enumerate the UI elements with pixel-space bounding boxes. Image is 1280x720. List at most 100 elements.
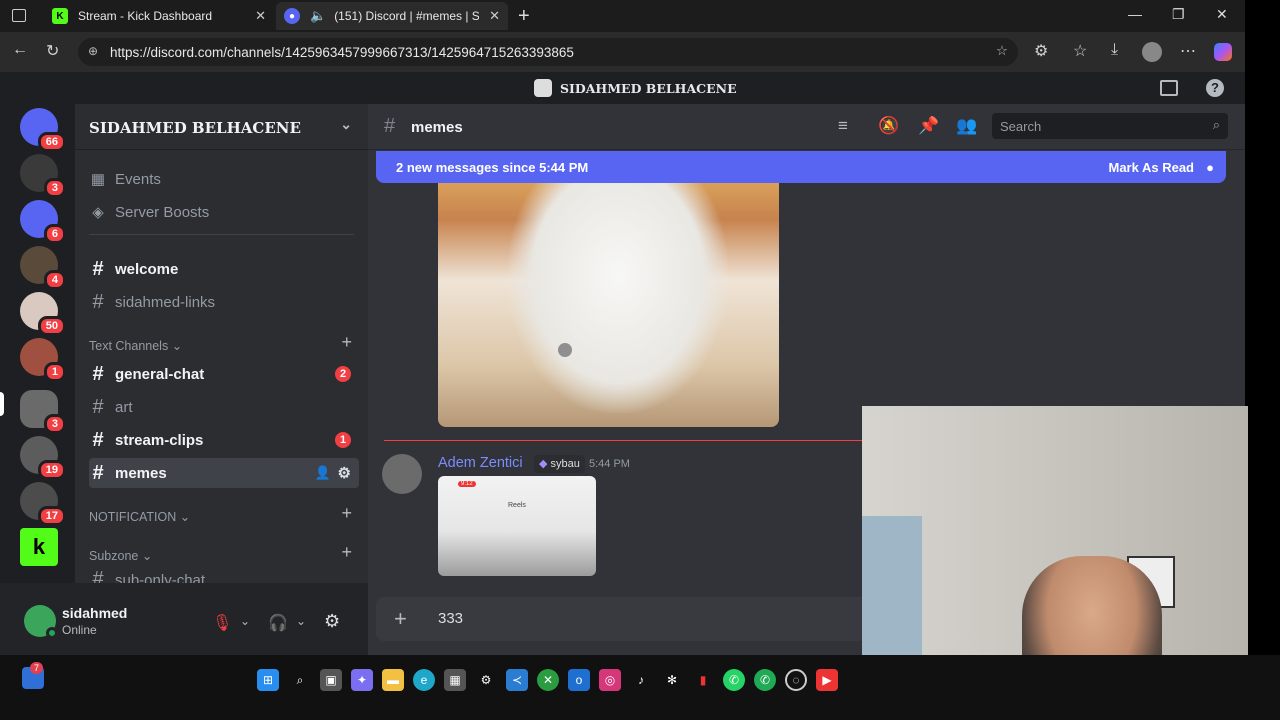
task-view-icon[interactable]: ▣ <box>320 669 342 691</box>
events-item[interactable]: ▦ Events <box>89 164 359 194</box>
favorites-icon[interactable]: ☆ <box>1073 41 1087 61</box>
add-channel-icon[interactable]: + <box>341 503 352 524</box>
category-notification[interactable]: NOTIFICATION ⌄ <box>89 509 190 524</box>
channel-welcome[interactable]: # welcome <box>89 254 359 284</box>
settings-icon[interactable]: ⚙ <box>475 669 497 691</box>
guild-6[interactable]: 3 <box>20 390 66 434</box>
gear-icon[interactable]: ⚙ <box>324 611 340 632</box>
add-channel-icon[interactable]: + <box>341 332 352 353</box>
file-explorer-icon[interactable]: ▬ <box>382 669 404 691</box>
category-subzone[interactable]: Subzone ⌄ <box>89 548 152 563</box>
tiktok-icon[interactable]: ♪ <box>630 669 652 691</box>
speaker-icon[interactable]: 🔈 <box>310 8 326 24</box>
image-attachment[interactable] <box>438 183 779 427</box>
help-icon[interactable]: ? <box>1206 79 1224 97</box>
mark-read-icon: ● <box>1206 159 1214 175</box>
mute-mic-icon[interactable]: 🎙 <box>212 613 232 633</box>
guild-badge: 1 <box>43 362 66 382</box>
mark-as-read-button[interactable]: Mark As Read <box>1109 160 1195 175</box>
server-header[interactable]: SIDAHMED BELHACENE ⌄ <box>75 104 368 150</box>
threads-icon[interactable]: ≡ <box>838 116 848 136</box>
chevron-down-icon[interactable]: ⌄ <box>240 614 250 628</box>
video-attachment[interactable]: 9:12 Reels <box>438 476 596 576</box>
composer-input[interactable]: 333 <box>438 610 463 627</box>
channel-stream-clips[interactable]: # stream-clips 1 <box>89 425 359 455</box>
instagram-icon[interactable]: ◎ <box>599 669 621 691</box>
store-icon[interactable]: ▦ <box>444 669 466 691</box>
server-name: SIDAHMED BELHACENE <box>89 119 301 137</box>
search-input[interactable]: Search ⌕ <box>992 113 1228 139</box>
member-list-icon[interactable]: 👥 <box>956 116 977 136</box>
guild-4[interactable]: 50 <box>20 292 66 336</box>
copilot-icon[interactable] <box>1214 43 1232 61</box>
close-icon[interactable]: ✕ <box>489 8 500 24</box>
guild-3[interactable]: 4 <box>20 246 66 290</box>
extensions-icon[interactable]: ⚙ <box>1034 41 1048 61</box>
chevron-down-icon[interactable]: ⌄ <box>296 614 306 628</box>
channel-label: welcome <box>115 260 179 278</box>
whatsapp-icon[interactable]: ✆ <box>723 669 745 691</box>
guild-home[interactable]: 66 <box>20 108 66 152</box>
downloads-icon[interactable]: ⤓ <box>1111 41 1118 59</box>
obs-icon[interactable]: ◌ <box>785 669 807 691</box>
refresh-icon[interactable]: ↻ <box>46 41 59 61</box>
notification-bell-icon[interactable]: 🔕 <box>878 116 899 136</box>
profile-avatar[interactable] <box>1142 42 1162 62</box>
favorite-star-icon[interactable]: ☆ <box>996 43 1008 59</box>
start-icon[interactable]: ⊞ <box>257 669 279 691</box>
inbox-icon[interactable] <box>1160 80 1178 96</box>
chevron-down-icon[interactable]: ⌄ <box>340 117 352 133</box>
add-attachment-icon[interactable]: + <box>394 606 407 632</box>
guild-5[interactable]: 1 <box>20 338 66 382</box>
channel-general-chat[interactable]: # general-chat 2 <box>89 359 359 389</box>
add-channel-icon[interactable]: + <box>341 542 352 563</box>
guild-2[interactable]: 6 <box>20 200 66 244</box>
outlook-icon[interactable]: o <box>568 669 590 691</box>
invite-icon[interactable]: 👤 <box>315 465 331 481</box>
minimize-button[interactable]: — <box>1128 6 1142 22</box>
chatgpt-icon[interactable]: ✻ <box>661 669 683 691</box>
channel-label: sub-only-chat <box>115 572 206 584</box>
channel-sidahmed-links[interactable]: # sidahmed-links <box>89 287 359 317</box>
new-tab-button[interactable]: + <box>518 5 530 28</box>
site-info-icon[interactable]: ⊕ <box>88 44 98 58</box>
url-field[interactable]: ⊕ https://discord.com/channels/142596345… <box>78 38 1018 66</box>
new-messages-bar[interactable]: 2 new messages since 5:44 PM Mark As Rea… <box>376 151 1226 183</box>
channel-sub-only-chat[interactable]: # sub-only-chat <box>89 568 359 584</box>
gear-icon[interactable]: ⚙ <box>338 464 351 482</box>
close-icon[interactable]: ✕ <box>255 8 266 24</box>
guild-badge: 66 <box>37 132 66 152</box>
server-boosts-item[interactable]: ◈ Server Boosts <box>89 197 359 227</box>
more-menu-icon[interactable]: ⋯ <box>1180 41 1196 61</box>
search-placeholder: Search <box>1000 119 1042 134</box>
tab-actions-icon[interactable] <box>12 9 26 22</box>
guild-kick[interactable]: k <box>20 528 58 566</box>
copilot-icon[interactable]: ✦ <box>351 669 373 691</box>
message-author[interactable]: Adem Zentici <box>438 455 523 471</box>
whatsapp-business-icon[interactable]: ✆ <box>754 669 776 691</box>
headphones-icon[interactable]: 🎧 <box>268 613 288 633</box>
category-text-channels[interactable]: Text Channels ⌄ <box>89 338 182 353</box>
restore-button[interactable]: ❐ <box>1172 6 1185 23</box>
channel-title: memes <box>411 119 463 136</box>
guild-7[interactable]: 19 <box>20 436 66 480</box>
guild-8[interactable]: 17 <box>20 482 66 526</box>
youtube-icon[interactable]: ▶ <box>816 669 838 691</box>
tab-kick-dashboard[interactable]: K Stream - Kick Dashboard ✕ <box>44 2 274 30</box>
xbox-icon[interactable]: ✕ <box>537 669 559 691</box>
address-bar: ← ↻ ⊕ https://discord.com/channels/14259… <box>0 32 1245 72</box>
search-icon[interactable]: ⌕ <box>289 669 311 691</box>
edge-icon[interactable]: e <box>413 669 435 691</box>
message-avatar[interactable] <box>382 454 422 494</box>
pin-icon[interactable]: 📌 <box>918 116 939 136</box>
hashtag-icon: # <box>92 395 104 418</box>
tab-discord-memes[interactable]: ● 🔈 (151) Discord | #memes | SII ✕ <box>276 2 508 30</box>
app-icon-red[interactable]: ▮ <box>692 669 714 691</box>
back-icon[interactable]: ← <box>12 41 28 59</box>
vscode-icon[interactable]: ≺ <box>506 669 528 691</box>
close-window-button[interactable]: ✕ <box>1216 6 1228 23</box>
channel-memes[interactable]: # memes 👤 ⚙ <box>89 458 359 488</box>
guild-1[interactable]: 3 <box>20 154 66 198</box>
channel-art[interactable]: # art <box>89 392 359 422</box>
hashtag-icon: # <box>92 461 104 484</box>
